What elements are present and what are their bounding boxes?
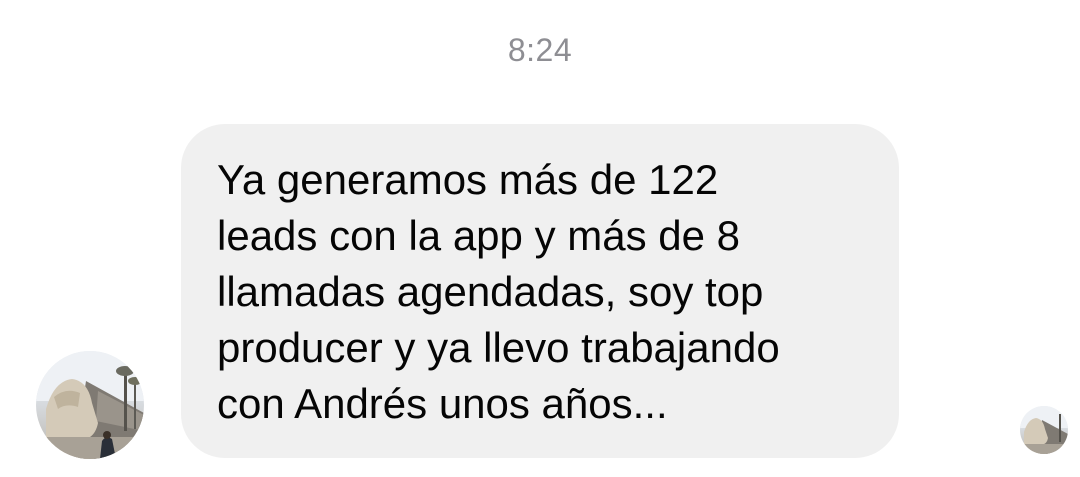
sender-avatar[interactable] — [36, 351, 144, 459]
profile-photo-icon — [36, 351, 144, 459]
seen-avatar-icon — [1020, 406, 1068, 454]
read-receipt-avatar — [1020, 406, 1068, 454]
message-bubble[interactable]: Ya generamos más de 122 leads con la app… — [181, 124, 899, 458]
message-text: Ya generamos más de 122 leads con la app… — [217, 156, 780, 427]
chat-screen: 8:24 Ya generamos más de 122 leads con l… — [0, 0, 1080, 477]
message-timestamp: 8:24 — [507, 32, 573, 68]
